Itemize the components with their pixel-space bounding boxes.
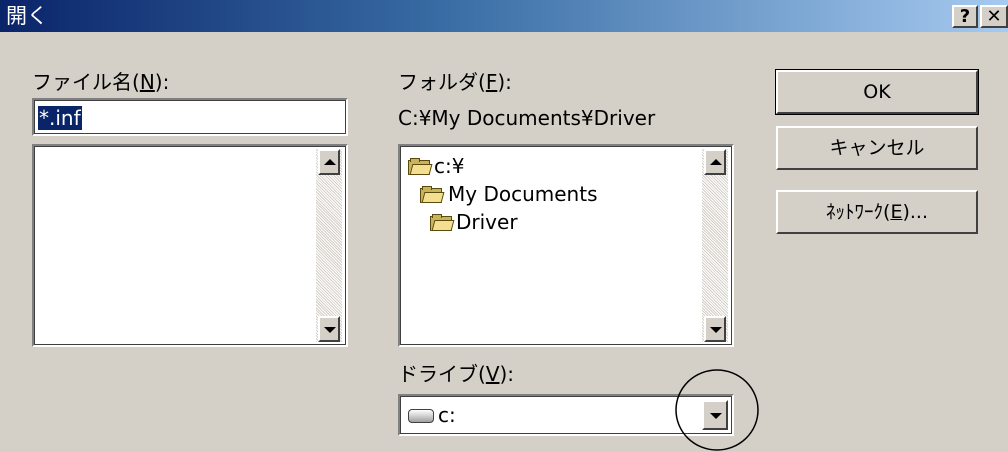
drive-icon: [408, 409, 434, 423]
window-title: 開く: [6, 4, 48, 28]
folder-label: フォルダ(F):: [398, 70, 512, 94]
file-name-label: ファイル名(N):: [32, 70, 170, 94]
drive-selected-value: c:: [438, 403, 456, 427]
open-folder-icon: [420, 186, 445, 203]
file-name-accesskey: N: [139, 70, 155, 94]
file-list-scrollbar[interactable]: [316, 149, 342, 342]
ok-button[interactable]: OK: [775, 69, 979, 115]
arrow-up-icon: [710, 159, 722, 165]
tree-item-label: c:¥: [434, 154, 465, 178]
open-folder-icon: [430, 214, 455, 231]
current-folder-path: C:¥My Documents¥Driver: [398, 106, 656, 130]
help-button[interactable]: ?: [952, 5, 978, 28]
file-list[interactable]: [32, 144, 348, 347]
arrow-down-icon: [324, 327, 336, 333]
tree-item-label: Driver: [456, 210, 518, 234]
file-name-input[interactable]: *.inf: [38, 106, 82, 130]
folder-tree-scroll-up-button[interactable]: [704, 149, 726, 175]
tree-item-label: My Documents: [448, 182, 598, 206]
folder-tree-scrollbar[interactable]: [702, 149, 728, 342]
network-accesskey: E: [890, 201, 903, 223]
drive-label: ドライブ(V):: [398, 362, 515, 386]
network-button[interactable]: ﾈｯﾄﾜｰｸ(E)...: [776, 190, 978, 234]
arrow-up-icon: [324, 159, 336, 165]
file-list-scroll-up-button[interactable]: [318, 149, 340, 175]
file-list-scroll-down-button[interactable]: [318, 316, 340, 342]
arrow-down-icon: [710, 327, 722, 333]
cancel-button[interactable]: キャンセル: [776, 126, 978, 170]
file-name-field[interactable]: *.inf: [32, 98, 348, 136]
highlight-circle: [675, 369, 759, 451]
help-icon: ?: [959, 6, 971, 27]
title-bar[interactable]: 開く ? ✕: [0, 0, 1008, 32]
folder-tree-scroll-down-button[interactable]: [704, 316, 726, 342]
close-button[interactable]: ✕: [980, 5, 1008, 28]
open-folder-icon: [408, 158, 433, 175]
folder-tree[interactable]: c:¥ My Documents Driver: [398, 144, 734, 347]
close-icon: ✕: [986, 6, 1002, 27]
drive-accesskey: V: [485, 362, 500, 386]
folder-accesskey: F: [485, 70, 498, 94]
